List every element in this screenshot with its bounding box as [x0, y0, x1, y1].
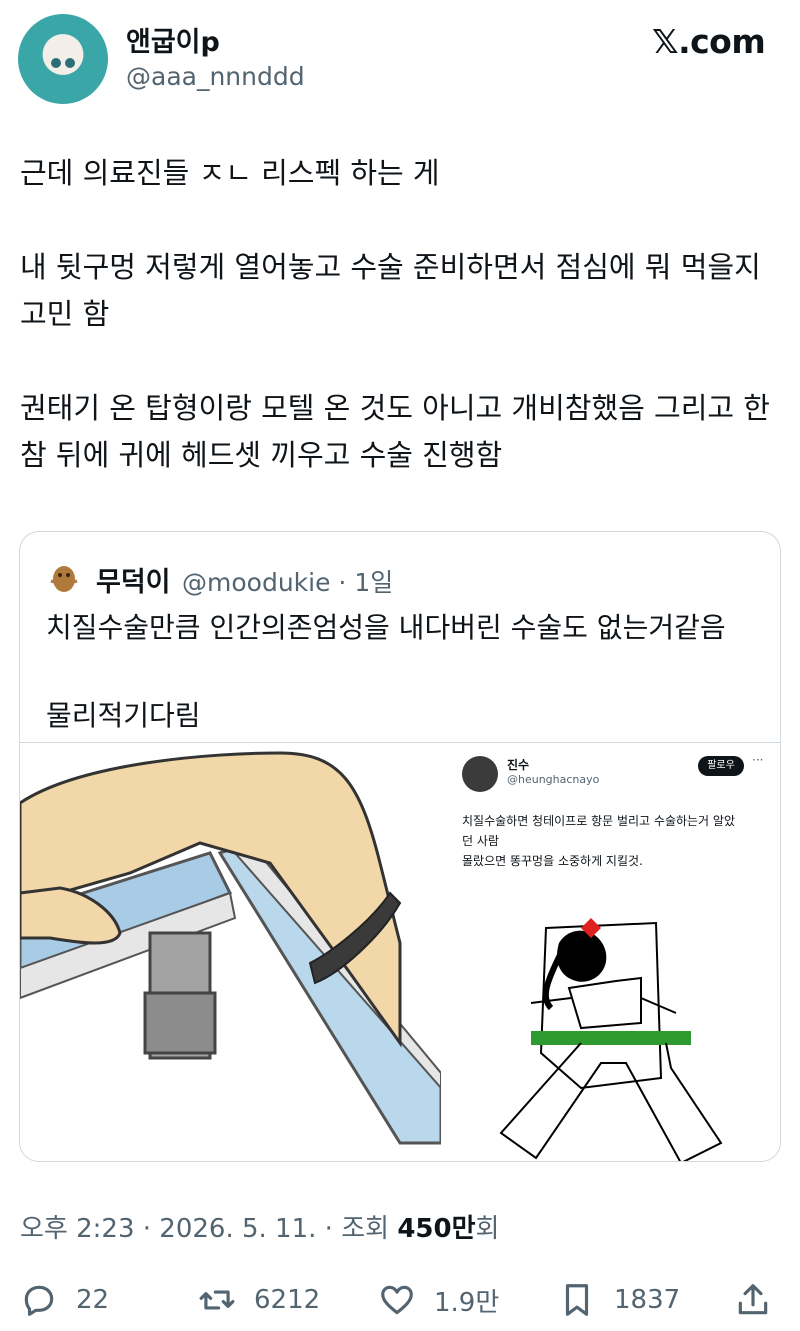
retweet-button[interactable]: 6212 — [198, 1278, 320, 1322]
like-icon — [381, 1285, 413, 1315]
quote-avatar-icon — [50, 566, 78, 592]
quote-time[interactable]: 1일 — [354, 568, 393, 597]
quote-meta: @moodukie · 1일 — [182, 563, 393, 599]
share-button[interactable] — [734, 1278, 790, 1322]
author-name[interactable]: 앤굽이p — [126, 20, 220, 59]
embedded-line: 치질수술하면 청테이프로 항문 벌리고 수술하는거 알았 — [462, 814, 735, 828]
view-suffix: 회 — [475, 1214, 500, 1244]
author-avatar[interactable] — [18, 14, 108, 104]
view-count: 450만 — [397, 1214, 476, 1244]
reply-count: 22 — [76, 1285, 110, 1315]
tweet-paragraph: 내 뒷구멍 저렇게 열어놓고 수술 준비하면서 점심에 뭐 먹을지 고민 함 — [20, 250, 761, 331]
retweet-count: 6212 — [254, 1285, 321, 1315]
embedded-tweet-screenshot: 진수 @heunghacnayo 팔로우 ··· 치질수술하면 청테이프로 항문… — [441, 743, 780, 1161]
like-button[interactable]: 1.9만 — [378, 1278, 499, 1322]
avatar-face-icon — [51, 58, 75, 68]
surgery-table-illustration — [20, 743, 441, 1161]
reply-button[interactable]: 22 — [20, 1278, 109, 1322]
stick-figure-drawing — [499, 918, 723, 1161]
tweet-paragraph: 권태기 온 탑형이랑 모텔 온 것도 아니고 개비참했음 그리고 한참 뒤에 귀… — [20, 391, 770, 472]
embedded-tweet-text: 치질수술하면 청테이프로 항문 벌리고 수술하는거 알았 던 사람 몰랐으면 똥… — [462, 811, 772, 871]
quote-line: 물리적기다림 — [46, 699, 201, 732]
bookmark-count: 1837 — [614, 1285, 681, 1315]
timestamp-text: 오후 2:23 · 2026. 5. 11. · 조회 — [20, 1214, 398, 1244]
dot-separator: · — [330, 568, 355, 597]
embedded-more-icon: ··· — [752, 753, 764, 767]
embedded-line: 던 사람 — [462, 834, 499, 848]
embedded-author-handle: @heunghacnayo — [507, 773, 600, 786]
bookmark-button[interactable]: 1837 — [558, 1278, 680, 1322]
share-icon — [738, 1284, 768, 1315]
quote-line: 치질수술만큼 인간의존엄성을 내다버린 수술도 없는거같음 — [46, 611, 726, 644]
quote-media[interactable]: 진수 @heunghacnayo 팔로우 ··· 치질수술하면 청테이프로 항문… — [20, 742, 780, 1161]
quote-author-name[interactable]: 무덕이 — [96, 560, 171, 599]
reply-icon — [24, 1285, 54, 1316]
quoted-tweet-card[interactable]: 무덕이 @moodukie · 1일 치질수술만큼 인간의존엄성을 내다버린 수… — [19, 531, 781, 1162]
embedded-follow-button: 팔로우 — [698, 756, 744, 776]
tweet-text: 근데 의료진들 ㅈㄴ 리스펙 하는 게 내 뒷구멍 저렇게 열어놓고 수술 준비… — [20, 150, 780, 479]
quote-text: 치질수술만큼 인간의존엄성을 내다버린 수술도 없는거같음 물리적기다림 — [46, 606, 766, 738]
x-logo: 𝕏.com — [652, 22, 766, 61]
tweet-paragraph: 근데 의료진들 ㅈㄴ 리스펙 하는 게 — [20, 156, 440, 190]
embedded-line: 몰랐으면 똥꾸멍을 소중하게 지킬것. — [462, 854, 643, 868]
author-handle[interactable]: @aaa_nnnddd — [126, 62, 305, 91]
tweet-timestamp[interactable]: 오후 2:23 · 2026. 5. 11. · 조회 450만회 — [20, 1208, 499, 1245]
embedded-author-name: 진수 — [507, 758, 530, 772]
quote-author-handle[interactable]: @moodukie — [182, 568, 330, 597]
like-count: 1.9만 — [434, 1287, 500, 1318]
retweet-icon — [199, 1290, 235, 1310]
embedded-avatar — [462, 756, 498, 792]
bookmark-icon — [565, 1284, 589, 1316]
